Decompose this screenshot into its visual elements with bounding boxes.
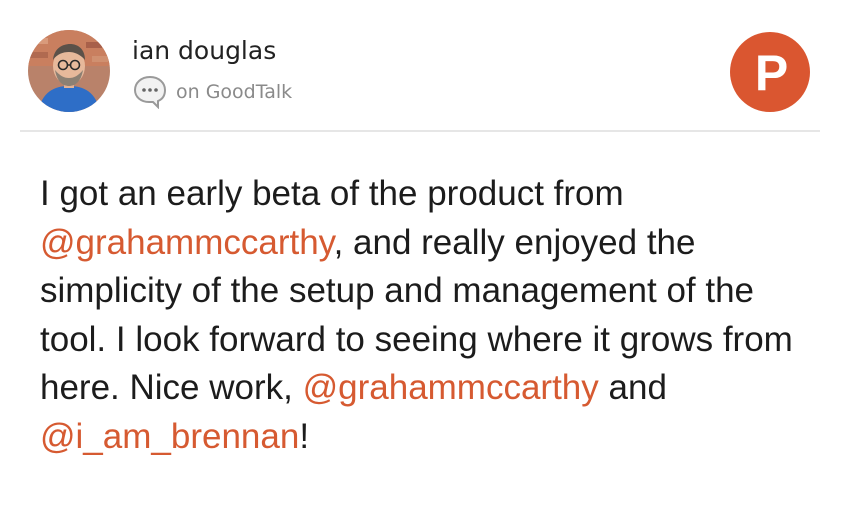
post-body: I got an early beta of the product from … — [40, 170, 820, 461]
post-source: on GoodTalk — [132, 75, 292, 109]
mention-link[interactable]: @grahammccarthy — [40, 223, 334, 262]
avatar[interactable] — [28, 30, 110, 112]
body-text: ! — [299, 416, 310, 456]
product-hunt-logo[interactable]: P — [730, 32, 810, 112]
source-label[interactable]: on GoodTalk — [176, 81, 292, 103]
chat-bubble-icon — [133, 75, 167, 109]
avatar-photo — [28, 30, 110, 112]
header-divider — [20, 130, 820, 132]
body-text: I got an early beta of the product from — [40, 174, 624, 213]
body-text: and — [608, 368, 667, 407]
mention-link[interactable]: @grahammccarthy — [303, 368, 599, 407]
post-header: ian douglas on GoodTalk P — [0, 0, 843, 131]
mention-link[interactable]: @i_am_brennan — [40, 417, 299, 456]
author-name[interactable]: ian douglas — [132, 35, 276, 67]
post-card: ian douglas on GoodTalk P I got an early… — [0, 0, 843, 512]
badge-letter: P — [754, 44, 789, 101]
